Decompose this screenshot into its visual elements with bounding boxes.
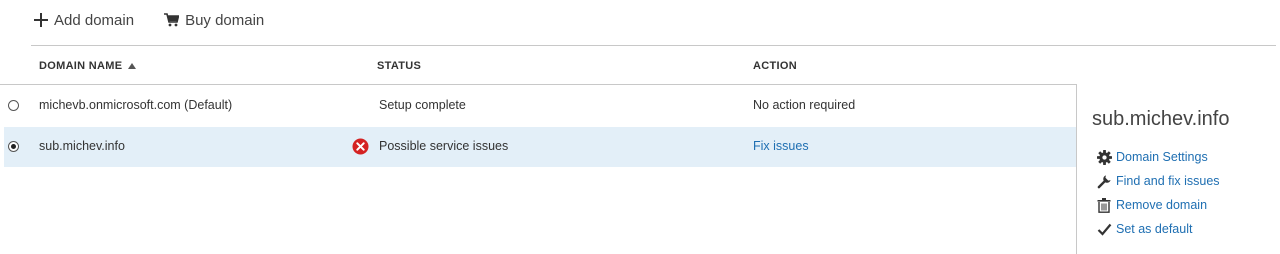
column-header-action[interactable]: ACTION (753, 60, 797, 72)
error-icon (352, 138, 369, 155)
sort-ascending-icon (128, 63, 137, 69)
buy-domain-button[interactable]: Buy domain (164, 12, 264, 29)
domain-name-cell: michevb.onmicrosoft.com (Default) (39, 98, 233, 112)
wrench-icon (1096, 173, 1112, 189)
checkmark-icon (1096, 221, 1112, 237)
action-cell: No action required (753, 98, 856, 112)
buy-domain-label: Buy domain (185, 11, 265, 29)
action-label: Set as default (1116, 222, 1193, 236)
table-row[interactable]: sub.michev.info Possible service issues … (4, 127, 1076, 167)
status-cell: Possible service issues (379, 139, 509, 153)
toolbar: Add domain Buy domain (34, 8, 294, 32)
status-cell: Setup complete (379, 98, 466, 112)
row-radio[interactable] (8, 100, 19, 111)
fix-issues-link[interactable]: Fix issues (753, 139, 809, 153)
set-as-default-link[interactable]: Set as default (1096, 221, 1192, 237)
table-header: DOMAIN NAME STATUS ACTION (0, 46, 1076, 85)
remove-domain-link[interactable]: Remove domain (1096, 197, 1207, 213)
add-domain-label: Add domain (54, 11, 135, 29)
row-radio[interactable] (8, 141, 19, 152)
details-panel: sub.michev.info Domain Settings Find and… (1076, 84, 1277, 254)
column-header-label: DOMAIN NAME (39, 60, 123, 72)
domain-settings-link[interactable]: Domain Settings (1096, 149, 1208, 165)
shopping-cart-icon (164, 13, 180, 27)
plus-icon (34, 13, 48, 27)
column-header-label: STATUS (377, 60, 422, 72)
details-title: sub.michev.info (1092, 108, 1230, 130)
column-header-domain-name[interactable]: DOMAIN NAME (39, 60, 137, 72)
action-label: Remove domain (1116, 198, 1208, 212)
gear-icon (1096, 149, 1112, 165)
table-row[interactable]: michevb.onmicrosoft.com (Default) Setup … (4, 86, 1076, 126)
add-domain-button[interactable]: Add domain (34, 12, 134, 29)
column-header-status[interactable]: STATUS (377, 60, 421, 72)
action-label: Domain Settings (1116, 150, 1208, 164)
trash-icon (1096, 197, 1112, 213)
find-and-fix-issues-link[interactable]: Find and fix issues (1096, 173, 1220, 189)
domain-name-cell: sub.michev.info (39, 139, 125, 153)
column-header-label: ACTION (753, 60, 797, 72)
action-label: Find and fix issues (1116, 174, 1220, 188)
